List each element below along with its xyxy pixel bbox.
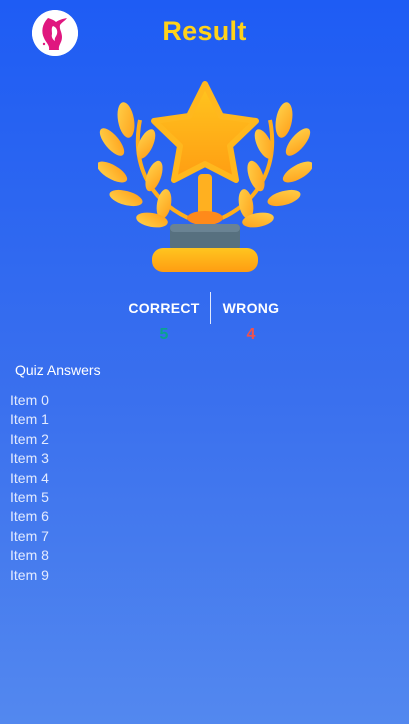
correct-label: CORRECT: [128, 300, 200, 316]
top-bar: Result: [0, 0, 409, 70]
wrong-count: 4: [246, 326, 256, 343]
list-item[interactable]: Item 8: [10, 546, 49, 565]
list-item[interactable]: Item 7: [10, 527, 49, 546]
quiz-answers-list: Item 0 Item 1 Item 2 Item 3 Item 4 Item …: [10, 391, 49, 585]
correct-score: CORRECT 5: [114, 292, 214, 344]
list-item[interactable]: Item 6: [10, 507, 49, 526]
quiz-answers-title: Quiz Answers: [15, 362, 101, 378]
list-item[interactable]: Item 4: [10, 469, 49, 488]
list-item[interactable]: Item 9: [10, 566, 49, 585]
wrong-label: WRONG: [222, 300, 280, 316]
list-item[interactable]: Item 3: [10, 449, 49, 468]
correct-count: 5: [159, 326, 169, 343]
score-summary: CORRECT 5 WRONG 4: [0, 292, 409, 352]
list-item[interactable]: Item 2: [10, 430, 49, 449]
trophy-icon: [96, 80, 314, 276]
list-item[interactable]: Item 5: [10, 488, 49, 507]
page-title: Result: [162, 16, 247, 46]
list-item[interactable]: Item 1: [10, 410, 49, 429]
list-item[interactable]: Item 0: [10, 391, 49, 410]
wrong-score: WRONG 4: [201, 292, 301, 344]
